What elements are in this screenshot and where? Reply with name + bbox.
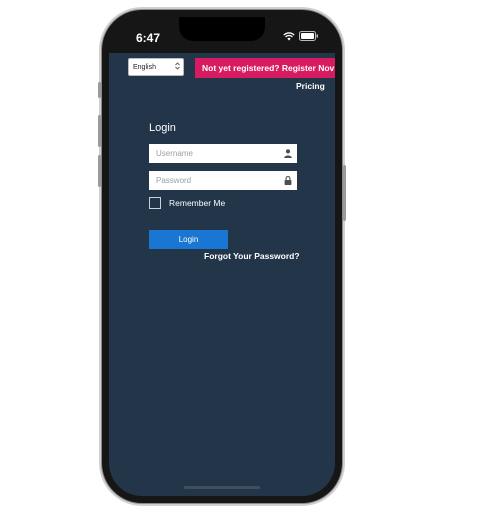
notch <box>179 17 265 41</box>
wifi-icon <box>283 31 295 41</box>
login-button[interactable]: Login <box>149 230 228 249</box>
status-bar: 6:47 <box>109 17 335 53</box>
volume-down-button <box>98 155 101 187</box>
username-field[interactable] <box>149 144 297 163</box>
status-time: 6:47 <box>136 31 161 45</box>
phone-frame: 6:47 English Not yet registered? Registe… <box>98 10 346 503</box>
language-select-value: English <box>133 63 156 71</box>
login-heading: Login <box>149 122 176 134</box>
battery-icon <box>299 31 319 41</box>
password-field[interactable] <box>149 171 297 190</box>
login-button-label: Login <box>178 235 199 244</box>
forgot-password-link[interactable]: Forgot Your Password? <box>204 251 300 261</box>
remember-me-label: Remember Me <box>169 198 226 208</box>
home-indicator <box>184 486 260 489</box>
silent-switch <box>98 82 101 98</box>
chevron-up-down-icon <box>175 62 183 72</box>
register-banner-link[interactable]: Not yet registered? Register Nov <box>195 58 335 78</box>
language-select[interactable]: English <box>128 58 184 76</box>
volume-up-button <box>98 115 101 147</box>
username-input[interactable] <box>156 149 271 158</box>
status-icons <box>283 31 319 41</box>
phone-screen: 6:47 English Not yet registered? Registe… <box>109 17 335 496</box>
password-input[interactable] <box>156 176 271 185</box>
power-button <box>343 165 346 221</box>
pricing-link[interactable]: Pricing <box>296 81 325 91</box>
user-icon <box>284 149 292 158</box>
register-banner-text: Not yet registered? Register Nov <box>202 63 335 73</box>
remember-me-row[interactable]: Remember Me <box>149 197 225 209</box>
lock-icon <box>284 176 292 185</box>
remember-me-checkbox[interactable] <box>149 197 161 209</box>
